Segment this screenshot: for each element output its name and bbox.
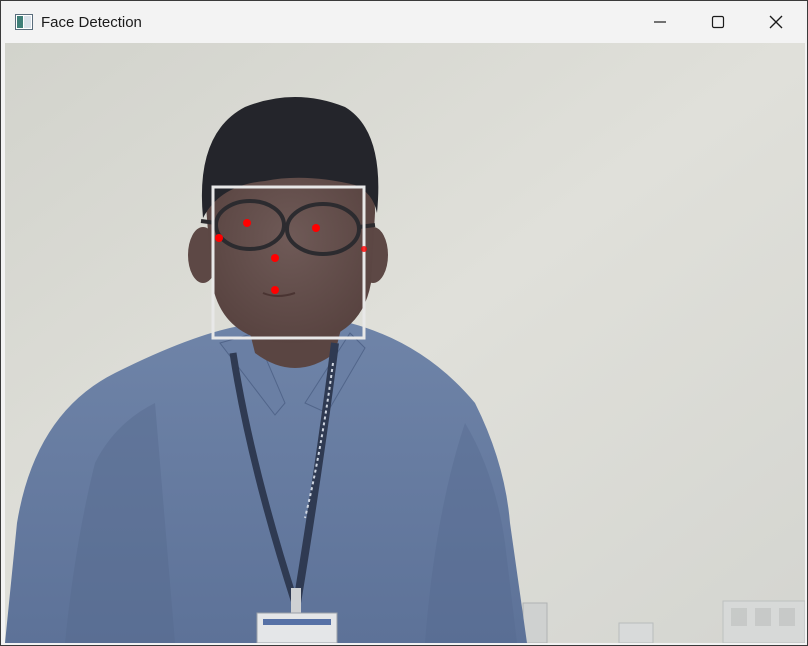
landmark-right-eye: [312, 224, 320, 232]
camera-video-frame: [5, 43, 805, 643]
camera-scene: [5, 43, 805, 643]
close-button[interactable]: [747, 1, 805, 43]
landmark-nose: [271, 254, 279, 262]
close-icon: [769, 15, 783, 29]
wall-switch: [618, 622, 654, 643]
face-detection-window: Face Detection: [0, 0, 808, 646]
wall-socket: [722, 600, 805, 643]
title-bar[interactable]: Face Detection: [1, 1, 807, 43]
maximize-button[interactable]: [689, 1, 747, 43]
app-icon: [15, 14, 33, 30]
minimize-icon: [654, 21, 666, 23]
maximize-icon: [711, 15, 725, 29]
landmark-left-ear: [215, 234, 223, 242]
landmark-mouth: [271, 286, 279, 294]
minimize-button[interactable]: [631, 1, 689, 43]
window-title: Face Detection: [41, 14, 142, 31]
landmark-right-ear: [361, 246, 367, 252]
landmark-left-eye: [243, 219, 251, 227]
wall-plate: [522, 602, 548, 643]
